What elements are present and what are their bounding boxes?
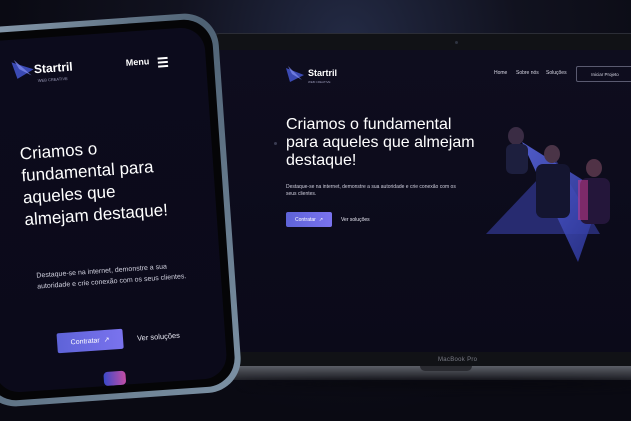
contratar-button[interactable]: Contratar ↗	[56, 328, 124, 354]
hero-subtext: Destaque-se na internet, demonstre a sua…	[36, 263, 187, 291]
nav-solucoes[interactable]: Soluções	[546, 70, 567, 76]
nav-home[interactable]: Home	[494, 70, 507, 76]
nav-sobre[interactable]: Sobre nós	[516, 70, 539, 76]
phone-mockup: Startril WEB CREATIVE Menu Criamos o fun…	[0, 11, 243, 409]
logo-subtitle: WEB CREATIVE	[308, 80, 331, 84]
logo-text[interactable]: Startril	[34, 60, 74, 77]
logo-text[interactable]: Startril	[308, 68, 337, 78]
ver-solucoes-link[interactable]: Ver soluções	[137, 331, 180, 343]
laptop-base	[190, 366, 631, 380]
laptop-model-label: MacBook Pro	[438, 357, 478, 363]
hamburger-icon[interactable]	[157, 56, 169, 70]
hero-image-preview	[103, 370, 127, 387]
hero-people-image	[486, 127, 610, 262]
arrow-up-right-icon: ↗	[318, 216, 324, 223]
contratar-label: Contratar	[294, 216, 316, 223]
ver-solucoes-link[interactable]: Ver soluções	[341, 217, 370, 223]
start-project-button[interactable]: Iniciar Projeto	[576, 66, 631, 82]
arrow-up-right-icon: ↗	[103, 336, 110, 345]
menu-label[interactable]: Menu	[125, 56, 149, 68]
phone-screen: Startril WEB CREATIVE Menu Criamos o fun…	[0, 26, 228, 394]
laptop-camera	[455, 41, 458, 44]
logo-triangle-icon[interactable]	[286, 66, 306, 84]
hero-heading: Criamos o fundamental para aqueles que a…	[19, 139, 169, 230]
laptop-screen: Startril WEB CREATIVE Home Sobre nós Sol…	[220, 50, 631, 352]
contratar-label: Contratar	[70, 336, 100, 346]
hero-subtext: Destaque-se na internet, demonstre a sua…	[286, 184, 456, 197]
laptop-shadow	[240, 380, 631, 388]
logo-subtitle: WEB CREATIVE	[37, 75, 68, 84]
hero-heading: Criamos o fundamental para aqueles que a…	[286, 116, 475, 169]
decor-dot	[274, 142, 277, 145]
contratar-button[interactable]: Contratar ↗	[286, 212, 332, 227]
laptop-notch	[420, 366, 472, 371]
